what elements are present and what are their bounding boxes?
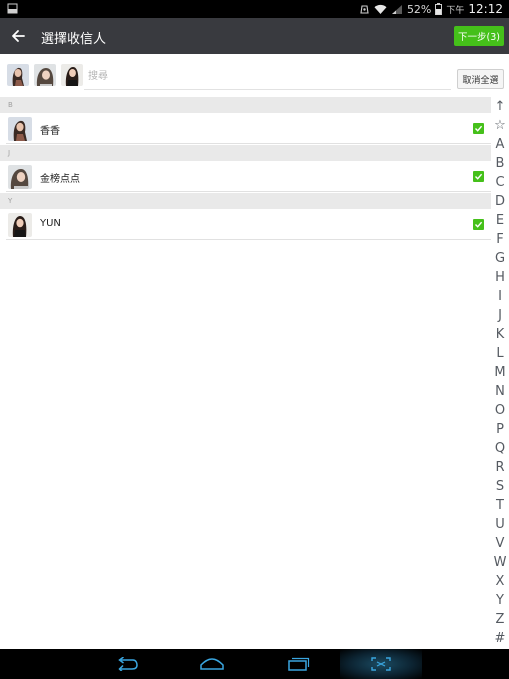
index-b[interactable]: B	[491, 154, 509, 173]
index-s[interactable]: S	[491, 477, 509, 496]
check-icon	[475, 221, 483, 228]
section-header: B	[0, 97, 491, 114]
check-icon	[475, 125, 483, 132]
search-field	[84, 63, 451, 90]
index-t[interactable]: T	[491, 496, 509, 515]
index-d[interactable]: D	[491, 192, 509, 211]
index-u[interactable]: U	[491, 515, 509, 534]
contact-name: 金榜点点	[40, 174, 80, 185]
back-nav-button[interactable]	[110, 649, 144, 679]
index-n[interactable]: N	[491, 382, 509, 401]
alphabet-index[interactable]: ↑ ☆ A B C D E F G H I J K L M N O P Q R …	[491, 97, 509, 648]
index-x[interactable]: X	[491, 572, 509, 591]
index-g[interactable]: G	[491, 249, 509, 268]
index-y[interactable]: Y	[491, 591, 509, 610]
row-divider	[6, 191, 491, 192]
index-a[interactable]: A	[491, 135, 509, 154]
recents-nav-icon	[288, 657, 310, 671]
avatar	[8, 117, 32, 141]
index-h[interactable]: H	[491, 268, 509, 287]
back-arrow-icon	[12, 30, 25, 42]
status-bar: 52% 下午 12:12	[0, 0, 509, 18]
signal-icon	[391, 4, 402, 14]
contact-row[interactable]: 香香	[0, 113, 491, 144]
screenshot-nav-button[interactable]	[366, 649, 396, 679]
contact-checkbox[interactable]	[473, 171, 484, 182]
index-o[interactable]: O	[491, 401, 509, 420]
back-nav-icon	[118, 657, 138, 671]
contact-row[interactable]: 金榜点点	[0, 161, 491, 192]
screenshot-icon	[7, 3, 18, 14]
deselect-all-button[interactable]: 取消全選	[457, 69, 504, 89]
wifi-icon	[374, 4, 387, 14]
index-w[interactable]: W	[491, 553, 509, 572]
index-top[interactable]: ↑	[491, 97, 509, 116]
index-e[interactable]: E	[491, 211, 509, 230]
index-p[interactable]: P	[491, 420, 509, 439]
index-c[interactable]: C	[491, 173, 509, 192]
row-divider	[6, 143, 491, 144]
home-nav-button[interactable]	[196, 649, 228, 679]
index-m[interactable]: M	[491, 363, 509, 382]
battery-icon	[435, 3, 443, 15]
search-input[interactable]	[88, 68, 388, 84]
navigation-bar	[0, 649, 509, 679]
index-k[interactable]: K	[491, 325, 509, 344]
selected-avatar[interactable]	[34, 64, 56, 86]
contact-name: 香香	[40, 126, 60, 137]
recents-nav-button[interactable]	[282, 649, 314, 679]
clock: 12:12	[468, 2, 503, 16]
section-header: Y	[0, 193, 491, 210]
check-icon	[475, 173, 483, 180]
rotation-lock-icon	[360, 4, 369, 14]
battery-percent: 52%	[406, 2, 432, 16]
index-r[interactable]: R	[491, 458, 509, 477]
contact-row[interactable]: YUN	[0, 209, 491, 240]
index-v[interactable]: V	[491, 534, 509, 553]
contact-name: YUN	[40, 218, 61, 229]
next-step-button[interactable]: 下一步(3)	[454, 26, 504, 46]
selected-recipients-bar: 取消全選	[0, 56, 509, 96]
index-l[interactable]: L	[491, 344, 509, 363]
avatar	[8, 165, 32, 189]
index-f[interactable]: F	[491, 230, 509, 249]
index-q[interactable]: Q	[491, 439, 509, 458]
back-button[interactable]	[6, 23, 30, 49]
row-divider	[6, 239, 491, 240]
contact-checkbox[interactable]	[473, 219, 484, 230]
app-bar: 選擇收信人 下一步(3)	[0, 18, 509, 54]
page-title: 選擇收信人	[41, 32, 107, 47]
selected-avatar[interactable]	[61, 64, 83, 86]
index-hash[interactable]: #	[491, 629, 509, 648]
contact-checkbox[interactable]	[473, 123, 484, 134]
selected-avatar[interactable]	[7, 64, 29, 86]
time-period: 下午	[446, 5, 465, 16]
index-j[interactable]: J	[491, 306, 509, 325]
screenshot-nav-icon	[371, 657, 391, 671]
index-i[interactable]: I	[491, 287, 509, 306]
home-nav-icon	[200, 658, 224, 670]
avatar	[8, 213, 32, 237]
index-z[interactable]: Z	[491, 610, 509, 629]
index-star[interactable]: ☆	[491, 116, 509, 135]
section-header: J	[0, 145, 491, 162]
